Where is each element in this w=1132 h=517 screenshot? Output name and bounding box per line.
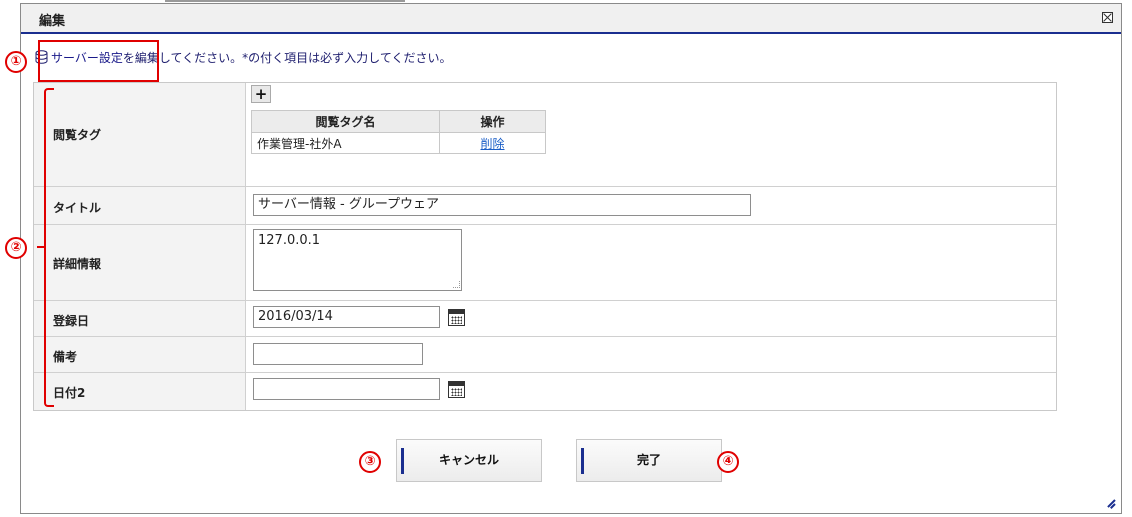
dialog-titlebar: 編集	[21, 4, 1121, 34]
cancel-button-label: キャンセル	[438, 453, 499, 467]
delete-tag-link[interactable]: 削除	[480, 137, 504, 151]
calendar-icon[interactable]	[448, 381, 465, 398]
label-tags: 閲覧タグ	[53, 128, 102, 142]
annotation-box-1	[38, 40, 159, 82]
edit-form: 閲覧タグ + 閲覧タグ名 操作 作業管理-社外A 削除 タイトル サーバー情報 …	[33, 82, 1057, 411]
annotation-marker-1: ①	[5, 51, 27, 73]
annotation-marker-4: ④	[717, 451, 739, 473]
registered-date-input[interactable]: 2016/03/14	[253, 306, 440, 328]
title-input[interactable]: サーバー情報 - グループウェア	[253, 194, 751, 216]
label-date2: 日付2	[53, 386, 86, 400]
annotation-bracket-2	[44, 88, 54, 407]
textarea-resize-icon[interactable]	[453, 281, 460, 288]
calendar-icon[interactable]	[448, 309, 465, 326]
tag-name-header: 閲覧タグ名	[251, 110, 440, 133]
row-detail: 詳細情報 127.0.0.1	[34, 225, 1056, 301]
row-title: タイトル サーバー情報 - グループウェア	[34, 187, 1056, 225]
row-registered: 登録日 2016/03/14	[34, 301, 1056, 337]
tag-action-header: 操作	[439, 110, 546, 133]
row-note: 備考	[34, 337, 1056, 373]
resize-grip-icon[interactable]	[1103, 495, 1116, 509]
annotation-marker-3: ③	[359, 451, 381, 473]
tag-name-cell: 作業管理-社外A	[251, 132, 440, 154]
cancel-button[interactable]: キャンセル	[396, 439, 542, 482]
annotation-marker-2: ②	[5, 237, 27, 259]
label-registered: 登録日	[53, 314, 90, 328]
row-date2: 日付2	[34, 373, 1056, 410]
tag-table: 閲覧タグ名 操作 作業管理-社外A 削除	[251, 110, 546, 154]
done-button[interactable]: 完了	[576, 439, 722, 482]
row-tags: 閲覧タグ + 閲覧タグ名 操作 作業管理-社外A 削除	[34, 83, 1056, 187]
note-input[interactable]	[253, 343, 423, 365]
table-row: 作業管理-社外A 削除	[251, 132, 546, 154]
add-tag-button[interactable]: +	[251, 85, 271, 103]
label-detail: 詳細情報	[53, 257, 102, 271]
dialog-title: 編集	[39, 14, 66, 29]
info-message: を編集してください。*の付く項目は必ず入力してください。	[122, 51, 452, 65]
close-icon[interactable]	[1102, 12, 1113, 23]
date2-input[interactable]	[253, 378, 440, 400]
label-note: 備考	[53, 350, 78, 364]
label-title: タイトル	[53, 201, 102, 215]
annotation-bracket-tick	[37, 246, 45, 248]
done-button-label: 完了	[636, 453, 661, 467]
detail-textarea[interactable]: 127.0.0.1	[253, 229, 462, 291]
